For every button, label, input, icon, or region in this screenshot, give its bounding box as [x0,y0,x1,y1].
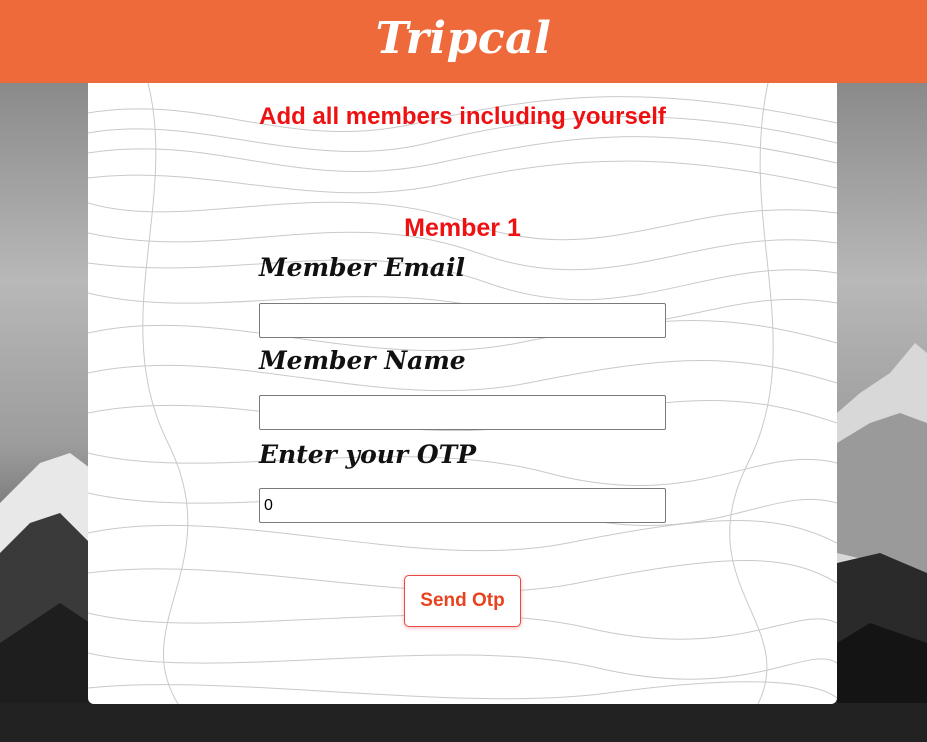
send-otp-button[interactable]: Send Otp [404,575,521,627]
member-name-label: Member Name [259,346,466,375]
member-title: Member 1 [404,214,521,242]
member-email-input[interactable] [259,303,666,338]
top-header: Tripcal [0,0,927,83]
member-email-label: Member Email [259,253,465,282]
page-heading: Add all members including yourself [259,103,666,130]
member-name-input[interactable] [259,395,666,430]
member-form-card: Add all members including yourself Membe… [88,83,837,704]
otp-input[interactable] [259,488,666,523]
brand-logo[interactable]: Tripcal [376,13,552,64]
otp-label: Enter your OTP [259,440,476,469]
